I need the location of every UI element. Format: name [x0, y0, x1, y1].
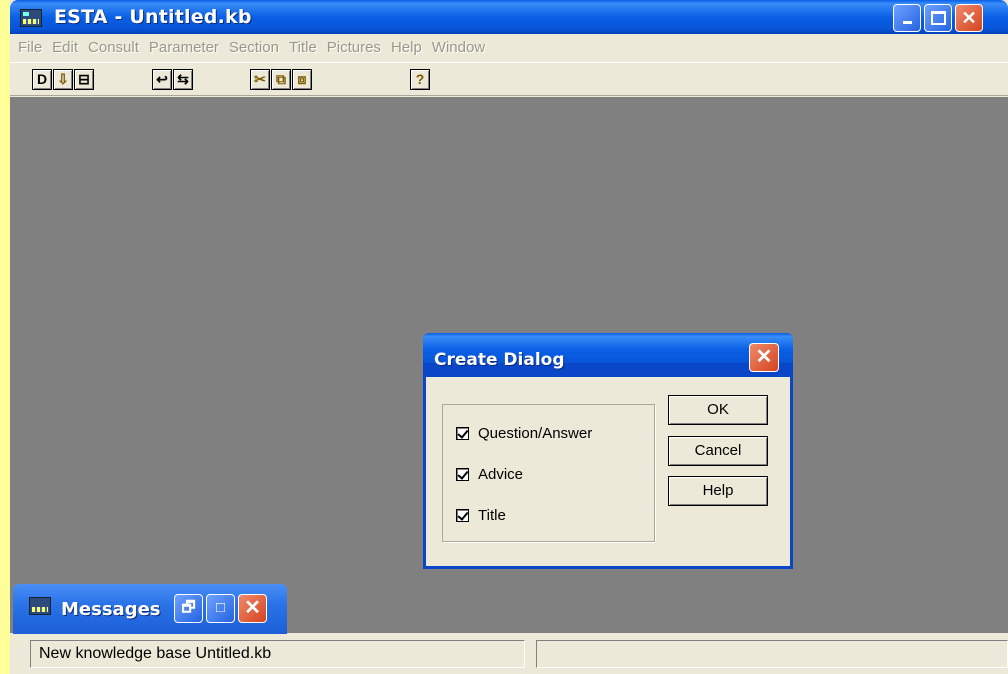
close-icon: ✕ [755, 346, 773, 368]
dialog-title: Create Dialog [434, 350, 565, 370]
create-dialog: Create Dialog ✕ Question/Answer Advice T… [423, 333, 793, 569]
open-file-button[interactable]: ⇩ [53, 69, 73, 90]
dialog-body: Question/Answer Advice Title OK Cancel H… [426, 377, 790, 566]
toolbar: D ⇩ ⊟ ↩ ⇆ ✂ ⧉ ⧈ ? [10, 62, 1008, 96]
new-file-button[interactable]: D [32, 69, 52, 90]
restore-button[interactable]: 🗗 [174, 594, 203, 623]
menu-parameter[interactable]: Parameter [145, 39, 225, 56]
option-advice[interactable]: Advice [456, 466, 523, 483]
messages-title: Messages [61, 599, 161, 620]
option-label: Advice [478, 466, 524, 483]
status-secondary [536, 640, 1008, 668]
maximize-icon [930, 11, 946, 25]
menu-help[interactable]: Help [387, 39, 428, 56]
open-file-icon: ⇩ [57, 71, 69, 87]
esta-app-icon[interactable] [20, 9, 42, 27]
menu-consult[interactable]: Consult [84, 39, 145, 56]
option-question-answer[interactable]: Question/Answer [456, 425, 592, 442]
status-message: New knowledge base Untitled.kb [30, 640, 525, 668]
help-button[interactable]: Help [668, 476, 768, 506]
save-button[interactable]: ⊟ [74, 69, 94, 90]
copy-button[interactable]: ⧉ [271, 69, 291, 90]
dialog-close-button[interactable]: ✕ [749, 343, 779, 372]
checkbox-checked-icon[interactable] [456, 509, 469, 522]
maximize-icon: □ [215, 599, 226, 616]
menu-file[interactable]: File [14, 39, 48, 56]
checkbox-checked-icon[interactable] [456, 468, 469, 481]
minimize-button[interactable] [893, 4, 921, 32]
new-file-icon: D [36, 71, 48, 87]
help-button[interactable]: ? [410, 69, 430, 90]
restore-icon: 🗗 [181, 599, 196, 616]
ok-button[interactable]: OK [668, 395, 768, 425]
options-group: Question/Answer Advice Title [442, 404, 655, 542]
cut-button[interactable]: ✂ [250, 69, 270, 90]
copy-icon: ⧉ [276, 71, 286, 87]
paste-icon: ⧈ [297, 71, 307, 87]
redo-button[interactable]: ⇆ [173, 69, 193, 90]
cut-icon: ✂ [254, 71, 266, 87]
save-icon: ⊟ [78, 71, 90, 87]
menu-pictures[interactable]: Pictures [323, 39, 387, 56]
undo-button[interactable]: ↩ [152, 69, 172, 90]
undo-icon: ↩ [156, 71, 168, 87]
redo-icon: ⇆ [177, 71, 189, 87]
close-button[interactable]: ✕ [955, 4, 983, 32]
option-label: Title [478, 507, 506, 524]
close-icon: ✕ [244, 597, 261, 619]
close-icon: ✕ [961, 8, 977, 28]
menu-bar: File Edit Consult Parameter Section Titl… [10, 34, 1008, 60]
menu-window[interactable]: Window [428, 39, 491, 56]
option-title[interactable]: Title [456, 507, 506, 524]
close-button[interactable]: ✕ [238, 594, 267, 623]
menu-edit[interactable]: Edit [48, 39, 84, 56]
title-bar[interactable]: ESTA - Untitled.kb ✕ [10, 0, 1008, 34]
messages-window-minimized[interactable]: Messages 🗗 □ ✕ [13, 584, 287, 634]
window-title: ESTA - Untitled.kb [54, 6, 252, 28]
cancel-button[interactable]: Cancel [668, 436, 768, 466]
esta-app-icon [29, 597, 51, 615]
checkbox-checked-icon[interactable] [456, 427, 469, 440]
menu-section[interactable]: Section [225, 39, 285, 56]
paste-button[interactable]: ⧈ [292, 69, 312, 90]
menu-title[interactable]: Title [285, 39, 323, 56]
maximize-button[interactable] [924, 4, 952, 32]
status-bar: New knowledge base Untitled.kb [20, 640, 1008, 670]
help-icon: ? [415, 71, 425, 87]
option-label: Question/Answer [478, 425, 593, 442]
minimize-icon [902, 21, 912, 24]
maximize-button[interactable]: □ [206, 594, 235, 623]
